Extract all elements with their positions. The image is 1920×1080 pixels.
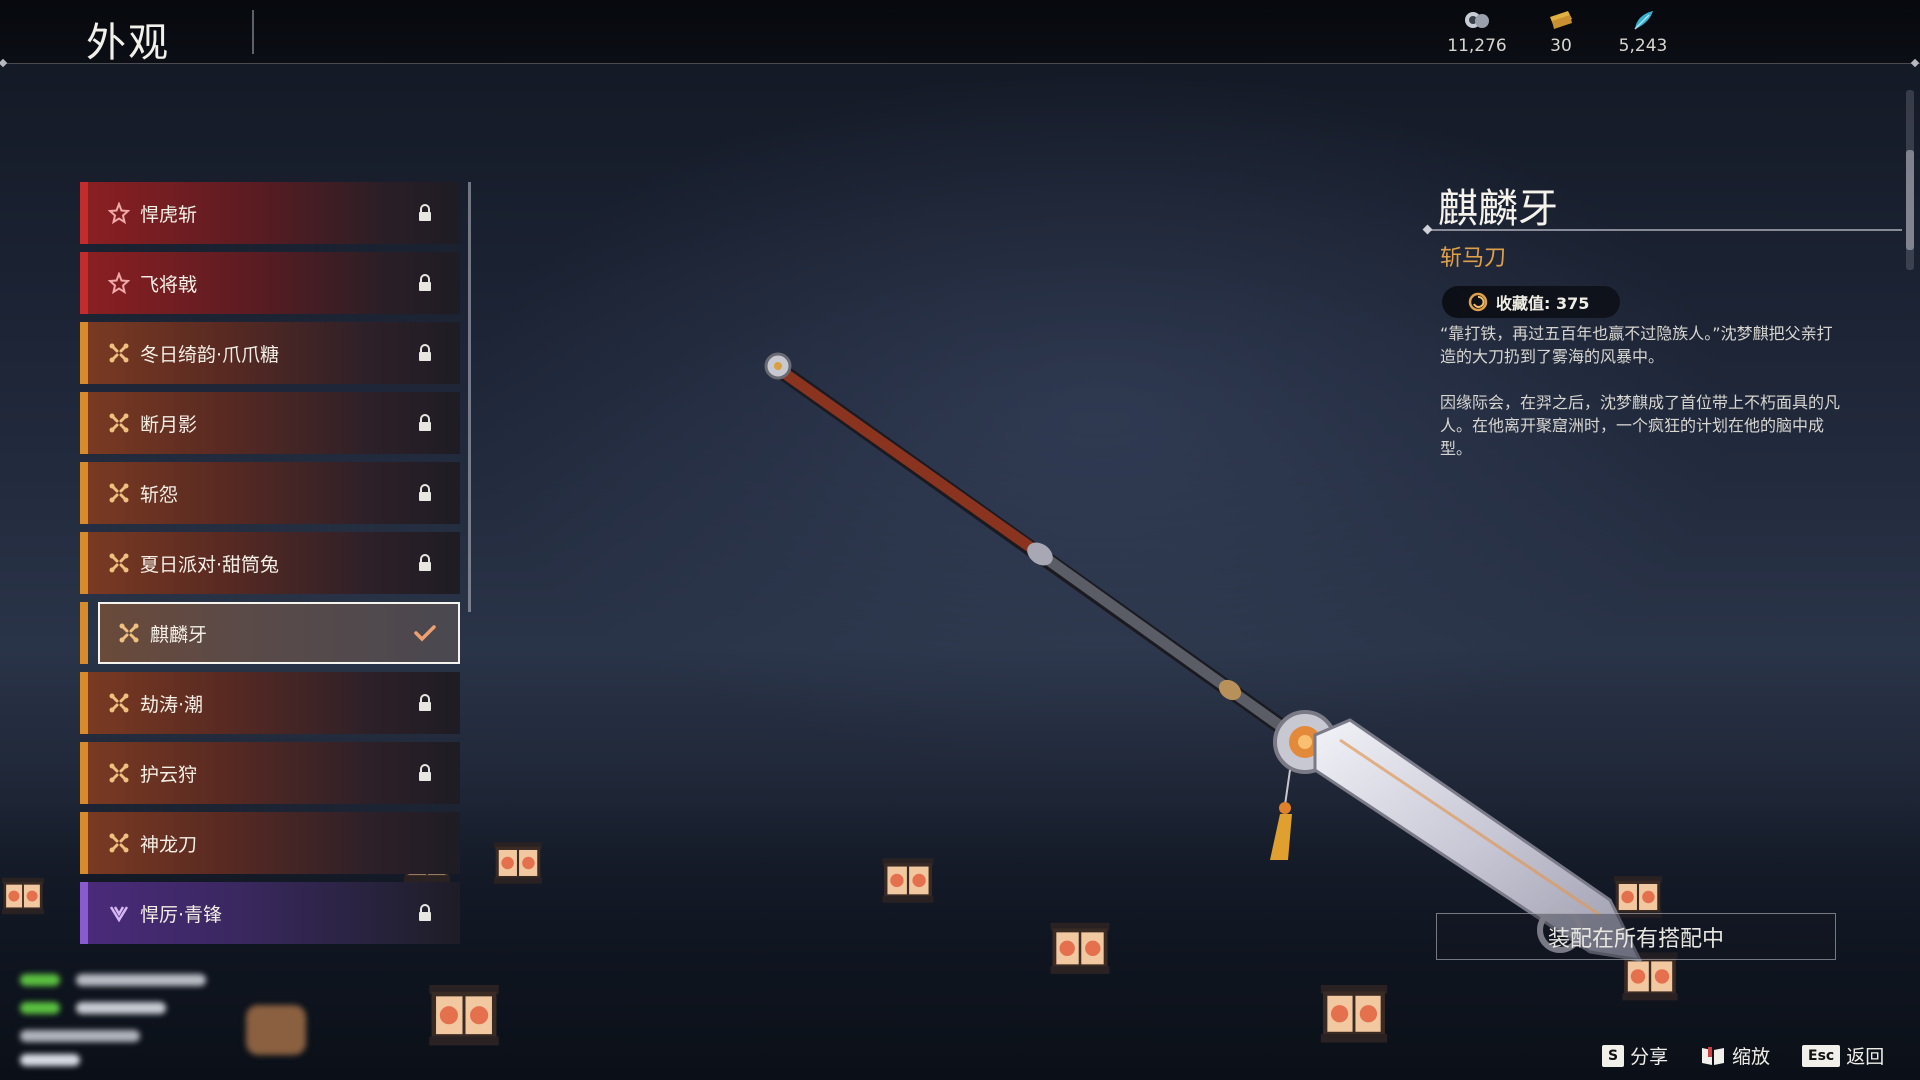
star-icon	[107, 201, 131, 225]
lock-icon	[418, 344, 432, 362]
key-s: S	[1602, 1044, 1625, 1067]
skin-label: 悍虎斩	[140, 203, 198, 226]
detail-scrollbar[interactable]	[1906, 90, 1914, 270]
page-title: 外观	[86, 20, 170, 66]
title-divider	[252, 10, 254, 54]
hint-share[interactable]: S 分享	[1602, 1042, 1668, 1069]
lantern	[1318, 982, 1390, 1051]
skin-label: 麒麟牙	[150, 623, 208, 646]
gold-ticket-icon	[1516, 8, 1606, 32]
skin-list-item[interactable]: 悍厉·青锋	[80, 882, 460, 944]
star-icon	[107, 271, 131, 295]
flower-icon	[108, 902, 130, 924]
lock-icon	[418, 554, 432, 572]
cross-icon	[108, 762, 130, 784]
top-bar: 外观 11,276 30 5,243	[0, 0, 1920, 68]
cross-icon	[108, 552, 130, 574]
lock-icon	[418, 204, 432, 222]
skin-list-item[interactable]: 劫涛·潮	[80, 672, 460, 734]
skin-label: 劫涛·潮	[140, 693, 204, 716]
collection-icon	[1468, 292, 1488, 312]
skin-list-item[interactable]: 断月影	[80, 392, 460, 454]
skin-list-item[interactable]: 夏日派对·甜筒兔	[80, 532, 460, 594]
currency-coins: 11,276	[1432, 8, 1522, 56]
checkmark-icon	[414, 624, 436, 642]
cross-icon	[108, 412, 130, 434]
hint-zoom[interactable]: 缩放	[1700, 1042, 1770, 1069]
lock-icon	[418, 274, 432, 292]
skin-label: 斩怨	[140, 483, 179, 506]
skin-list[interactable]: 悍虎斩飞将戟冬日绮韵·爪爪糖 断月影斩怨夏日派对·甜筒兔麒麟牙劫涛·潮护云狩神龙刀…	[80, 182, 460, 952]
feather-icon	[1598, 8, 1688, 32]
skin-label: 悍厉·青锋	[140, 903, 223, 926]
hint-label: 返回	[1846, 1046, 1885, 1068]
skin-label: 飞将戟	[140, 273, 198, 296]
currency-tickets: 30	[1516, 8, 1606, 56]
skin-label: 神龙刀	[140, 833, 198, 856]
collection-value: 收藏值: 375	[1496, 294, 1590, 313]
cross-icon	[108, 342, 130, 364]
skin-list-item[interactable]: 神龙刀	[80, 812, 460, 874]
currency-amount: 30	[1550, 36, 1572, 56]
book-icon	[1702, 1046, 1724, 1065]
lock-icon	[418, 764, 432, 782]
skin-list-item[interactable]: 护云狩	[80, 742, 460, 804]
scrollbar-thumb[interactable]	[1906, 150, 1914, 250]
skin-label: 夏日派对·甜筒兔	[140, 553, 280, 576]
description-quote: “靠打铁，再过五百年也赢不过隐族人。”沈梦麒把父亲打造的大刀扔到了雾海的风暴中。	[1440, 324, 1833, 366]
hint-label: 分享	[1630, 1046, 1669, 1068]
skin-list-item[interactable]: 飞将戟	[80, 252, 460, 314]
lock-icon	[418, 414, 432, 432]
skin-list-item[interactable]: 斩怨	[80, 462, 460, 524]
lantern	[426, 982, 502, 1054]
lantern	[0, 876, 46, 921]
cross-icon	[118, 622, 140, 644]
cross-icon	[108, 832, 130, 854]
lantern	[492, 840, 544, 891]
collection-badge: 收藏值: 375	[1442, 286, 1620, 318]
skin-label: 冬日绮韵·爪爪糖	[140, 343, 280, 366]
hint-label: 缩放	[1732, 1046, 1771, 1068]
currency-feathers: 5,243	[1598, 8, 1688, 56]
equip-all-button[interactable]: 装配在所有搭配中	[1436, 913, 1836, 960]
lock-icon	[418, 694, 432, 712]
lock-icon	[418, 484, 432, 502]
list-scrollbar[interactable]	[468, 182, 471, 612]
currency-amount: 5,243	[1618, 36, 1668, 56]
skin-list-item[interactable]: 悍虎斩	[80, 182, 460, 244]
skin-label: 护云狩	[140, 763, 198, 786]
cross-icon	[108, 692, 130, 714]
hint-back[interactable]: Esc 返回	[1802, 1042, 1884, 1069]
weapon-name: 麒麟牙	[1438, 186, 1558, 232]
weapon-type: 斩马刀	[1440, 246, 1507, 271]
currency-amount: 11,276	[1447, 36, 1507, 56]
cross-icon	[108, 482, 130, 504]
skin-list-item[interactable]: 麒麟牙	[80, 602, 460, 664]
coin-stack-icon	[1432, 8, 1522, 32]
key-esc: Esc	[1802, 1044, 1841, 1067]
lock-icon	[418, 904, 432, 922]
skin-label: 断月影	[140, 413, 198, 436]
skin-list-item[interactable]: 冬日绮韵·爪爪糖	[80, 322, 460, 384]
description-lore: 因缘际会，在羿之后，沈梦麒成了首位带上不朽面具的凡人。在他离开聚窟洲时，一个疯狂…	[1440, 393, 1841, 458]
chat-overlay	[16, 950, 306, 1070]
name-divider	[1428, 229, 1902, 231]
